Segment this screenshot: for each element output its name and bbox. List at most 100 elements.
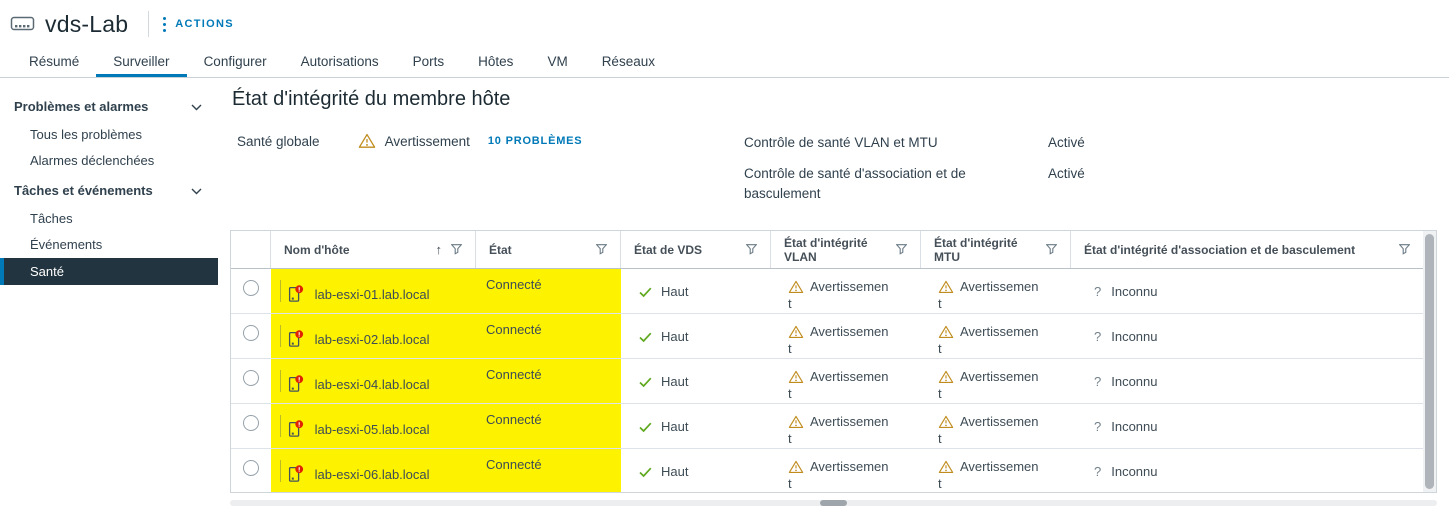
vlan-mtu-check-label: Contrôle de santé VLAN et MTU — [744, 135, 938, 150]
warning-icon — [788, 280, 804, 293]
teaming-check-label: Contrôle de santé d'association et de ba… — [744, 166, 966, 201]
teaming-health-status: Inconnu — [1111, 329, 1158, 344]
host-name[interactable]: lab-esxi-02.lab.local — [315, 332, 430, 347]
tab-reseaux[interactable]: Réseaux — [585, 48, 672, 77]
row-radio-button[interactable] — [243, 325, 259, 341]
page-title: État d'intégrité du membre hôte — [232, 88, 511, 110]
distributed-switch-icon — [10, 14, 36, 34]
actions-menu-button[interactable]: ACTIONS — [163, 16, 234, 32]
teaming-health-status: Inconnu — [1111, 374, 1158, 389]
warning-icon — [938, 460, 954, 473]
sidebar-item-alarmes-declenchees[interactable]: Alarmes déclenchées — [0, 148, 218, 174]
host-state: Connecté — [486, 457, 542, 472]
sidebar-group-problemes-et-alarmes[interactable]: Problèmes et alarmes — [0, 90, 218, 122]
column-header-state[interactable]: État — [476, 231, 621, 268]
host-name[interactable]: lab-esxi-04.lab.local — [315, 377, 430, 392]
unknown-icon: ? — [1094, 329, 1102, 344]
tab-autorisations[interactable]: Autorisations — [284, 48, 396, 77]
table-row: lab-esxi-06.lab.local Connecté Haut Aver… — [231, 449, 1436, 492]
tab-surveiller[interactable]: Surveiller — [96, 48, 187, 77]
host-alert-icon — [287, 375, 304, 396]
check-icon — [639, 331, 652, 346]
filter-icon[interactable] — [1046, 244, 1057, 255]
warning-icon — [938, 325, 954, 338]
warning-icon — [358, 133, 376, 149]
vlan-mtu-check-value: Activé — [1048, 135, 1085, 150]
sort-ascending-icon[interactable]: ↑ — [436, 242, 443, 257]
issues-link[interactable]: 10 PROBLÈMES — [488, 135, 583, 147]
filter-icon[interactable] — [1399, 244, 1410, 255]
horizontal-scrollbar — [230, 500, 1437, 506]
chevron-down-icon — [191, 183, 202, 198]
tab-bar: Résumé Surveiller Configurer Autorisatio… — [0, 48, 1449, 78]
row-radio-button[interactable] — [243, 280, 259, 296]
unknown-icon: ? — [1094, 464, 1102, 479]
monitor-sidebar: Problèmes et alarmes Tous les problèmes … — [0, 78, 218, 510]
warning-icon — [938, 370, 954, 383]
host-alert-icon — [287, 465, 304, 486]
column-label: Nom d'hôte — [284, 242, 350, 257]
filter-icon[interactable] — [896, 244, 907, 255]
vds-state: Haut — [661, 284, 689, 299]
table-header-row: Nom d'hôte ↑ État État de VDS État d'int — [231, 231, 1436, 269]
column-label: État d'intégrité MTU — [934, 235, 1018, 264]
column-header-host-name[interactable]: Nom d'hôte ↑ — [271, 231, 476, 268]
sidebar-group-label: Problèmes et alarmes — [14, 98, 149, 114]
warning-icon — [788, 415, 804, 428]
column-header-vds-state[interactable]: État de VDS — [621, 231, 771, 268]
teaming-health-status: Inconnu — [1111, 284, 1158, 299]
overall-health-status: Avertissement — [384, 133, 470, 149]
table-row: lab-esxi-04.lab.local Connecté Haut Aver… — [231, 359, 1436, 404]
host-name[interactable]: lab-esxi-06.lab.local — [315, 467, 430, 482]
row-radio-button[interactable] — [243, 460, 259, 476]
tab-resume[interactable]: Résumé — [12, 48, 96, 77]
sidebar-item-evenements[interactable]: Événements — [0, 232, 218, 258]
host-name[interactable]: lab-esxi-05.lab.local — [315, 422, 430, 437]
column-header-vlan-health[interactable]: État d'intégrité VLAN — [771, 231, 921, 268]
teaming-health-status: Inconnu — [1111, 419, 1158, 434]
warning-icon — [938, 280, 954, 293]
tab-ports[interactable]: Ports — [396, 48, 462, 77]
check-icon — [639, 421, 652, 436]
sidebar-item-sante[interactable]: Santé — [0, 258, 218, 285]
vsphere-distributed-switch-page: vds-Lab ACTIONS Résumé Surveiller Config… — [0, 0, 1449, 510]
host-alert-icon — [287, 330, 304, 351]
object-header: vds-Lab ACTIONS — [0, 0, 1449, 48]
host-health-table: Nom d'hôte ↑ État État de VDS État d'int — [230, 230, 1437, 493]
check-icon — [639, 376, 652, 391]
check-icon — [639, 286, 652, 301]
table-row: lab-esxi-01.lab.local Connecté Haut Aver… — [231, 269, 1436, 314]
tab-configurer[interactable]: Configurer — [187, 48, 284, 77]
horizontal-scrollbar-thumb[interactable] — [820, 500, 847, 506]
sidebar-group-label: Tâches et événements — [14, 182, 153, 198]
host-alert-icon — [287, 420, 304, 441]
tab-vm[interactable]: VM — [530, 48, 584, 77]
unknown-icon: ? — [1094, 419, 1102, 434]
host-state: Connecté — [486, 277, 542, 292]
radio-column-header — [231, 231, 271, 268]
filter-icon[interactable] — [746, 244, 757, 255]
host-name[interactable]: lab-esxi-01.lab.local — [315, 287, 430, 302]
table-row: lab-esxi-05.lab.local Connecté Haut Aver… — [231, 404, 1436, 449]
vertical-scrollbar-thumb[interactable] — [1425, 234, 1434, 489]
row-radio-button[interactable] — [243, 370, 259, 386]
host-alert-icon — [287, 285, 304, 306]
sidebar-item-tous-les-problemes[interactable]: Tous les problèmes — [0, 122, 218, 148]
filter-icon[interactable] — [596, 244, 607, 255]
main-content: État d'intégrité du membre hôte Santé gl… — [230, 78, 1449, 510]
vds-state: Haut — [661, 374, 689, 389]
column-header-mtu-health[interactable]: État d'intégrité MTU — [921, 231, 1071, 268]
unknown-icon: ? — [1094, 284, 1102, 299]
column-header-teaming-health[interactable]: État d'intégrité d'association et de bas… — [1071, 231, 1423, 268]
row-radio-button[interactable] — [243, 415, 259, 431]
page-object-title: vds-Lab — [45, 10, 129, 37]
unknown-icon: ? — [1094, 374, 1102, 389]
vds-state: Haut — [661, 464, 689, 479]
sidebar-group-taches-et-evenements[interactable]: Tâches et événements — [0, 174, 218, 206]
overall-health-summary: Santé globale Avertissement 10 PROBLÈMES — [237, 133, 582, 149]
filter-icon[interactable] — [451, 244, 462, 255]
check-icon — [639, 466, 652, 481]
health-check-settings: Contrôle de santé VLAN et MTU Activé Con… — [744, 133, 1085, 204]
tab-hotes[interactable]: Hôtes — [461, 48, 530, 77]
sidebar-item-taches[interactable]: Tâches — [0, 206, 218, 232]
